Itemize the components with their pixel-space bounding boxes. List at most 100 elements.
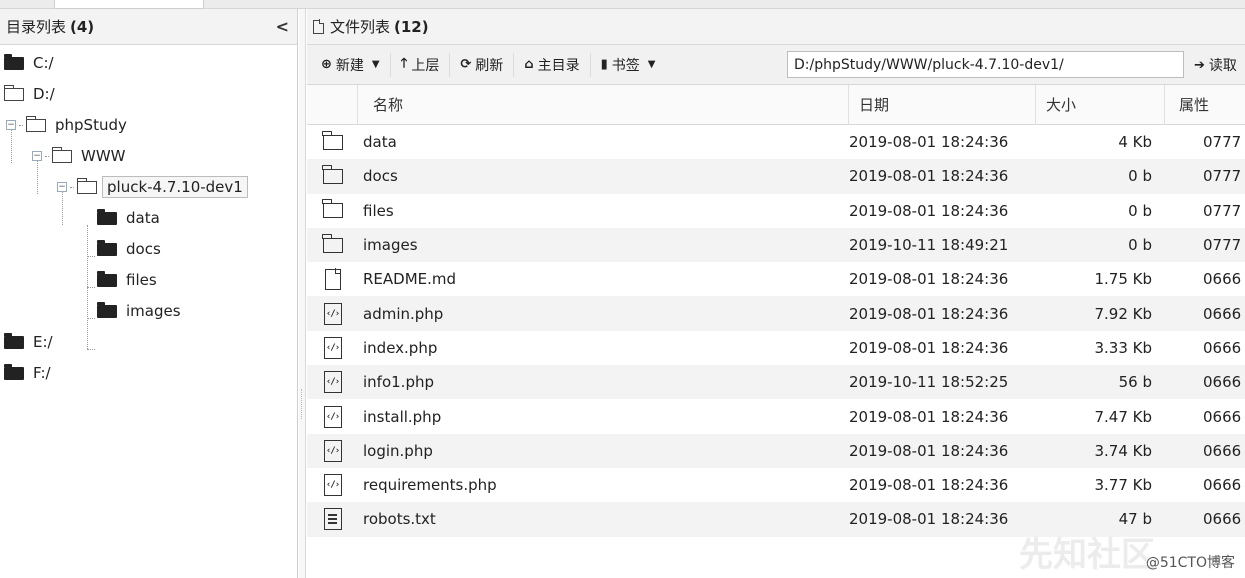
folder-icon (321, 164, 343, 184)
table-row[interactable]: folder-icon data 2019-08-01 18:24:36 4 Kb 07… (307, 125, 1245, 159)
file-size: 56 b (1118, 373, 1152, 392)
file-name: login.php (363, 441, 433, 460)
table-row[interactable]: folder-icon files 2019-08-01 18:24:36 0 b 07… (307, 194, 1245, 228)
up-button-label: 上层 (411, 57, 440, 74)
header-icon-column (307, 85, 358, 124)
file-date: 2019-08-01 18:24:36 (849, 167, 1009, 186)
tree-item-www[interactable]: − WWW (32, 142, 126, 170)
row-icon-cell: folder-icon (307, 164, 358, 184)
header-date[interactable]: 日期 (849, 85, 1036, 124)
folder-open-icon (3, 84, 24, 101)
table-row[interactable]: folder-icon docs 2019-08-01 18:24:36 0 b 077… (307, 159, 1245, 194)
text-line (327, 518, 337, 520)
arrow-right-icon: ➔ (1194, 57, 1205, 73)
file-count: (12) (394, 17, 429, 36)
tree-connector (87, 256, 95, 257)
table-row[interactable]: ‹/›code-file-icon info1.php 2019-10-11 18:… (307, 365, 1245, 400)
folder-closed-icon (4, 332, 24, 349)
file-attr: 0666 (1203, 338, 1242, 357)
refresh-button[interactable]: ⟳ 刷新 (450, 51, 513, 79)
file-attr: 0777 (1203, 133, 1242, 152)
tree-item-d-drive[interactable]: D:/ (3, 80, 55, 108)
table-row[interactable]: folder-icon images 2019-10-11 18:49:21 0 b 0… (307, 227, 1245, 263)
table-body: folder-icon data 2019-08-01 18:24:36 4 Kb 07… (307, 125, 1245, 537)
directory-panel-header: 目录列表 (4) < (0, 9, 297, 45)
file-attr: 0777 (1203, 167, 1242, 186)
path-input[interactable] (787, 51, 1184, 78)
home-button-label: 主目录 (537, 57, 580, 74)
code-file-icon: ‹/› (323, 302, 342, 325)
tree-item-label: images (126, 302, 181, 320)
code-file-icon: ‹/› (323, 474, 342, 497)
watermark-faint: 先知社区 (1019, 535, 1155, 575)
tree-item-label: phpStudy (55, 116, 127, 134)
file-name: data (363, 133, 397, 152)
tree-item-images[interactable]: images (97, 297, 181, 325)
tree-item-docs[interactable]: docs (97, 235, 161, 263)
collapse-toggle-icon[interactable]: − (32, 151, 42, 161)
row-icon-cell: ‹/›code-file-icon (307, 302, 358, 325)
code-file-icon: ‹/› (323, 336, 342, 359)
collapse-toggle-icon[interactable]: − (57, 182, 67, 192)
caret-down-icon: ▼ (647, 59, 656, 70)
read-button-label: 读取 (1208, 58, 1237, 74)
file-date: 2019-10-11 18:52:25 (849, 373, 1009, 392)
toolbar: ⊕ 新建 ▼ 🡑 上层 ⟳ 刷新 ⌂ 主目录 ▮ 书签 ▼ ➔ 读取 (307, 45, 1245, 85)
folder-closed-icon (4, 53, 24, 70)
tree-item-e-drive[interactable]: E:/ (4, 328, 53, 356)
file-date: 2019-08-01 18:24:36 (849, 407, 1009, 426)
file-date: 2019-10-11 18:49:21 (849, 236, 1009, 255)
table-row[interactable]: file-icon README.md 2019-08-01 18:24:36 1.7… (307, 262, 1245, 296)
table-row[interactable]: ‹/›code-file-icon install.php 2019-08-01 1… (307, 399, 1245, 433)
tree-item-data[interactable]: data (97, 204, 160, 232)
file-attr: 0666 (1203, 304, 1242, 323)
panel-splitter[interactable] (299, 9, 306, 578)
tree-item-phpstudy[interactable]: − phpStudy (6, 111, 127, 139)
tree-item-label: data (126, 209, 160, 227)
collapse-toggle-icon[interactable]: − (6, 120, 16, 130)
table-row[interactable]: ‹/›code-file-icon admin.php 2019-08-01 18:… (307, 296, 1245, 331)
table-row[interactable]: ‹/›code-file-icon login.php 2019-08-01 18:… (307, 433, 1245, 468)
folder-icon (321, 130, 343, 150)
home-button[interactable]: ⌂ 主目录 (514, 51, 589, 79)
refresh-icon: ⟳ (460, 57, 472, 72)
header-name[interactable]: 名称 (358, 85, 849, 124)
arrow-up-icon: 🡑 (400, 55, 408, 71)
splitter-grip[interactable] (301, 389, 303, 419)
file-name: index.php (363, 338, 438, 357)
folder-open-icon (76, 177, 97, 194)
new-button[interactable]: ⊕ 新建 ▼ (315, 51, 390, 79)
file-attr: 0666 (1203, 510, 1242, 529)
new-button-label: 新建 (335, 57, 364, 74)
file-size: 0 b (1128, 236, 1152, 255)
folder-closed-icon (97, 270, 117, 287)
file-attr: 0666 (1203, 476, 1242, 495)
tree-item-f-drive[interactable]: F:/ (4, 359, 51, 387)
tree-item-pluck[interactable]: − pluck-4.7.10-dev1 (57, 173, 248, 201)
table-header: 名称 日期 大小 属性 (307, 85, 1245, 125)
table-row[interactable]: ‹/›code-file-icon requirements.php 2019-08… (307, 468, 1245, 502)
top-tab-strip (0, 0, 1245, 9)
file-size: 3.77 Kb (1094, 476, 1152, 495)
collapse-panel-button[interactable]: < (276, 17, 289, 36)
tree-item-label: D:/ (33, 85, 55, 103)
bookmark-button[interactable]: ▮ 书签 ▼ (591, 51, 666, 79)
file-name: files (363, 201, 394, 220)
folder-open-icon (25, 115, 46, 132)
file-name: images (363, 236, 418, 255)
directory-panel: 目录列表 (4) < C:/ D:/ − phpStudy − WWW − pl… (0, 9, 298, 578)
table-row[interactable]: ‹/›code-file-icon index.php 2019-08-01 18:… (307, 331, 1245, 365)
header-attr[interactable]: 属性 (1165, 85, 1245, 124)
tree-item-files[interactable]: files (97, 266, 157, 294)
file-name: docs (363, 167, 398, 186)
plus-circle-icon: ⊕ (321, 57, 332, 72)
tree-item-c-drive[interactable]: C:/ (4, 49, 54, 77)
tree-connector (70, 186, 74, 188)
tree-connector (45, 155, 49, 157)
file-date: 2019-08-01 18:24:36 (849, 270, 1009, 289)
header-size[interactable]: 大小 (1036, 85, 1165, 124)
file-size: 47 b (1118, 510, 1152, 529)
tab-stub[interactable] (54, 0, 204, 9)
up-button[interactable]: 🡑 上层 (391, 51, 450, 79)
read-button[interactable]: ➔ 读取 (1194, 51, 1237, 79)
